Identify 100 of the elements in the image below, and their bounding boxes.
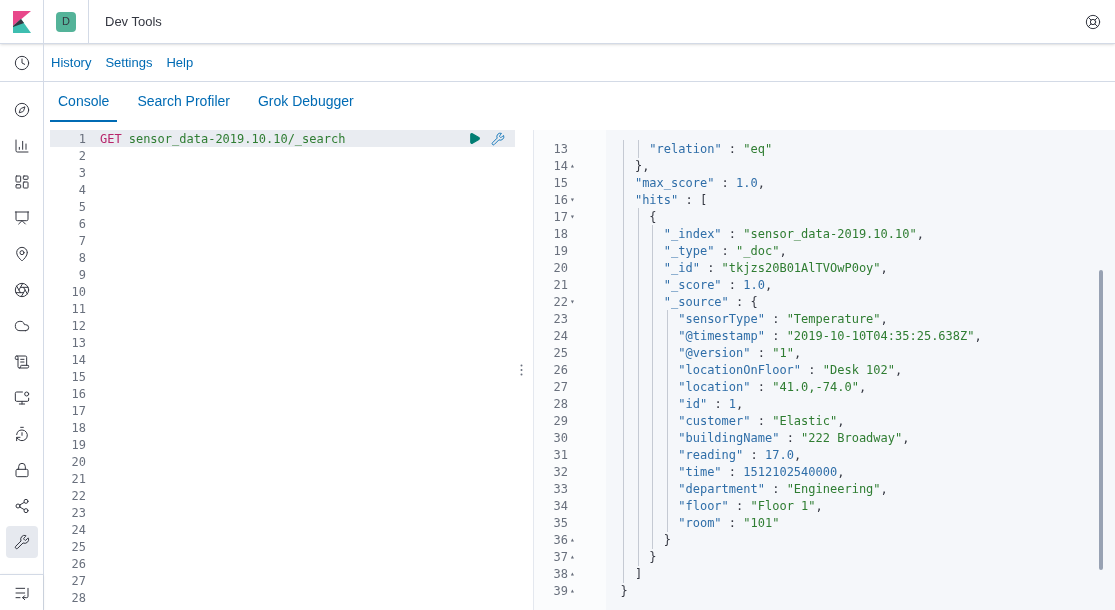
- code-token: "_source": [663, 294, 729, 309]
- code-token: "_score": [663, 277, 722, 292]
- code-token: :: [807, 362, 817, 377]
- code-token: }: [649, 549, 657, 564]
- line-number: 14: [70, 351, 87, 369]
- line-number: 1: [77, 130, 87, 148]
- code-token: ]: [634, 566, 643, 581]
- code-token: :: [771, 328, 781, 343]
- code-token: ,: [779, 243, 787, 258]
- line-number: 37: [552, 548, 568, 566]
- code-token: "@timestamp": [678, 328, 765, 343]
- code-token: "sensor_data-2019.10.10": [743, 226, 917, 241]
- code-token: ,: [815, 498, 823, 513]
- line-number: 4: [77, 181, 87, 199]
- line-number: 19: [70, 436, 87, 454]
- code-token: :: [727, 464, 738, 479]
- menu-link[interactable]: Settings: [105, 52, 153, 73]
- tab[interactable]: Grok Debugger: [249, 82, 362, 122]
- line-number: 29: [552, 412, 568, 430]
- fold-toggle[interactable]: ▾: [570, 295, 575, 308]
- code-token: :: [785, 430, 795, 445]
- code-token: "_index": [663, 226, 722, 241]
- code-token: "customer": [678, 413, 751, 428]
- line-number: 15: [70, 368, 87, 386]
- line-number: 10: [70, 283, 87, 301]
- line-number: 27: [70, 572, 87, 590]
- code-token: "Floor 1": [750, 498, 816, 513]
- fold-toggle[interactable]: ▴: [570, 584, 575, 597]
- line-number: 39: [552, 582, 568, 600]
- line-number: 28: [552, 395, 568, 413]
- code-token: ,: [757, 175, 765, 190]
- page-title: Dev Tools: [104, 12, 163, 31]
- line-number: 27: [552, 378, 568, 396]
- fold-toggle[interactable]: ▴: [570, 159, 575, 172]
- code-token: "_doc": [736, 243, 780, 258]
- code-token: "1": [772, 345, 794, 360]
- code-token: ,: [793, 447, 802, 462]
- line-number: 20: [70, 453, 87, 471]
- menu-link[interactable]: History: [51, 52, 92, 73]
- menu-link[interactable]: Help: [166, 52, 194, 73]
- code-token: :: [756, 379, 766, 394]
- fold-toggle[interactable]: ▴: [570, 550, 575, 563]
- line-number: 23: [70, 504, 87, 522]
- code-token: ,: [880, 481, 888, 496]
- line-number: 17: [552, 208, 568, 226]
- code-token: "101": [743, 515, 780, 530]
- code-token: :: [749, 447, 759, 462]
- code-token: :: [727, 141, 738, 156]
- line-number: 21: [70, 470, 87, 488]
- code-token: "Engineering": [786, 481, 881, 496]
- code-token: ,: [916, 226, 924, 241]
- code-token: ,: [902, 430, 910, 445]
- line-number: 19: [552, 242, 568, 260]
- code-token: :: [771, 311, 781, 326]
- line-number: 5: [77, 198, 87, 216]
- line-number: 3: [77, 164, 87, 182]
- line-number: 9: [77, 266, 87, 284]
- code-token: "222 Broadway": [801, 430, 903, 445]
- line-number: 24: [552, 327, 568, 345]
- code-token: :: [756, 345, 766, 360]
- code-token: "relation": [649, 141, 722, 156]
- code-token: :: [720, 243, 730, 258]
- code-token: "_id": [663, 260, 700, 275]
- line-number: 30: [552, 429, 568, 447]
- code-token: sensor_data-2019.10.10/_search: [128, 131, 346, 146]
- fold-toggle[interactable]: ▴: [570, 567, 575, 580]
- code-token: ,: [793, 345, 802, 360]
- space-avatar[interactable]: D: [56, 11, 76, 32]
- line-number: 22: [70, 487, 87, 505]
- code-token: "reading": [678, 447, 744, 462]
- line-number: 26: [552, 361, 568, 379]
- line-number: 22: [552, 293, 568, 311]
- code-token: "@version": [678, 345, 751, 360]
- fold-toggle[interactable]: ▾: [570, 210, 575, 223]
- code-token: 1512102540000: [743, 464, 838, 479]
- line-number: 21: [552, 276, 568, 294]
- code-token: "id": [678, 396, 708, 411]
- line-number: 16: [552, 191, 568, 209]
- line-number: 7: [77, 232, 87, 250]
- code-token: "floor": [678, 498, 729, 513]
- code-token: :: [727, 277, 738, 292]
- code-token: :: [727, 515, 738, 530]
- code-token: "Elastic": [772, 413, 838, 428]
- fold-toggle[interactable]: ▾: [570, 193, 575, 206]
- code-token: ,: [736, 396, 744, 411]
- code-token: }: [663, 532, 672, 547]
- code-token: 17.0: [764, 447, 794, 462]
- line-number: 16: [70, 385, 87, 403]
- code-token: }: [620, 583, 628, 598]
- fold-toggle[interactable]: ▴: [570, 533, 575, 546]
- line-number: 24: [70, 521, 87, 539]
- line-number: 11: [70, 300, 87, 318]
- code-token: },: [634, 158, 650, 173]
- line-number: 18: [552, 225, 568, 243]
- tab[interactable]: Search Profiler: [129, 82, 238, 122]
- tab[interactable]: Console: [50, 82, 118, 122]
- line-number: 20: [552, 259, 568, 277]
- line-number: 26: [70, 555, 87, 573]
- line-number: 13: [70, 334, 87, 352]
- code-token: :: [756, 413, 766, 428]
